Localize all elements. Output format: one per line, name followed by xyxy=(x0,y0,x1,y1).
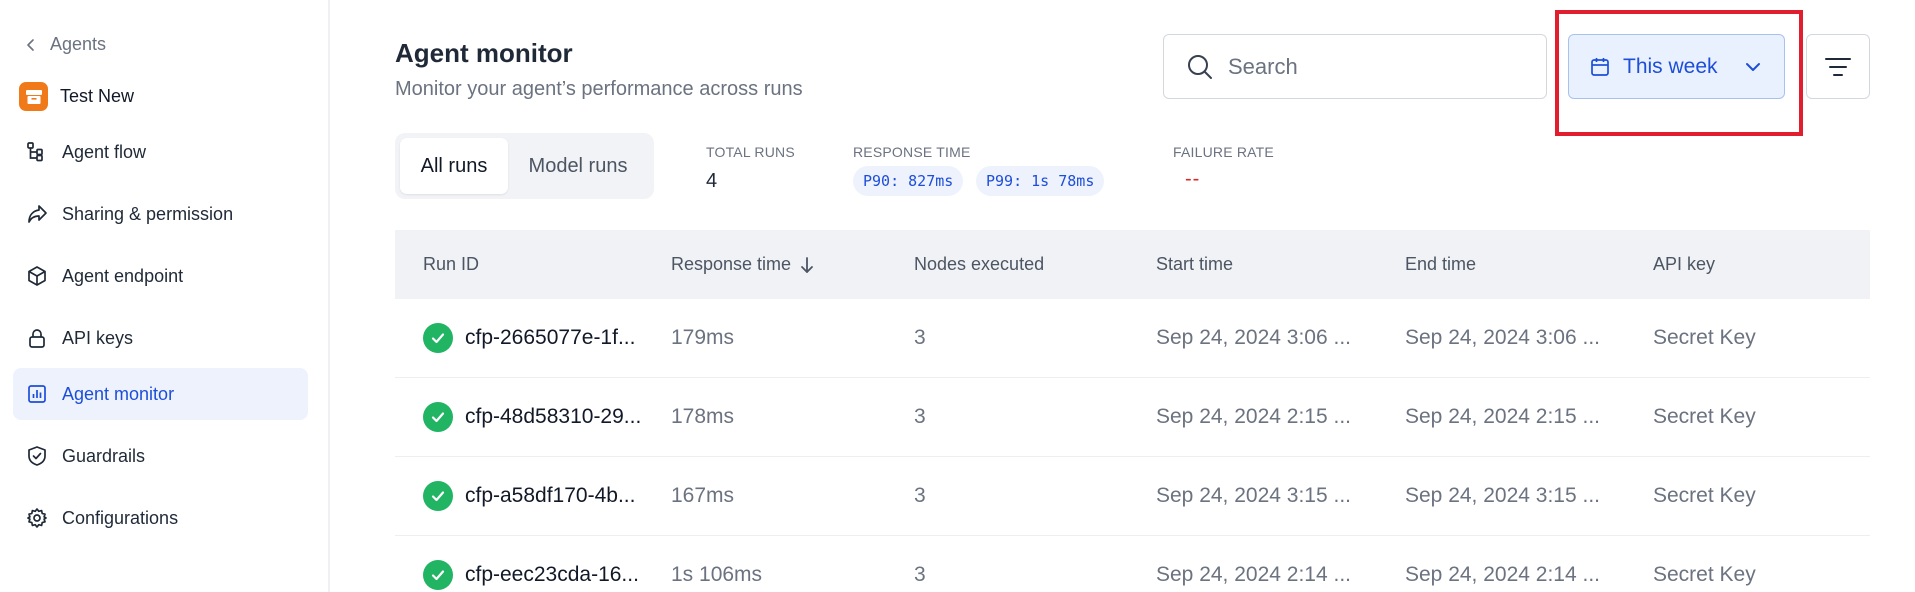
agent-header: Test New xyxy=(19,82,134,111)
total-runs-value: 4 xyxy=(706,170,718,192)
start-time-cell: Sep 24, 2024 2:14 ... xyxy=(1156,563,1351,586)
sidebar: Agents Test New Agent flow Sharing & per… xyxy=(0,0,330,592)
date-range-dropdown[interactable]: This week xyxy=(1568,34,1785,99)
response-time-label: RESPONSE TIME xyxy=(853,144,971,160)
api-key-cell: Secret Key xyxy=(1653,405,1756,428)
response-time-cell: 1s 106ms xyxy=(671,563,763,586)
start-time-cell: Sep 24, 2024 3:15 ... xyxy=(1156,484,1351,507)
search-input[interactable] xyxy=(1228,53,1528,80)
sidebar-item-label: Agent endpoint xyxy=(62,265,184,286)
sidebar-item-guardrails[interactable]: Guardrails xyxy=(13,430,308,482)
nodes-executed-cell: 3 xyxy=(914,326,926,349)
sidebar-item-label: Configurations xyxy=(62,507,179,528)
nodes-executed-cell: 3 xyxy=(914,484,926,507)
chevron-down-icon xyxy=(1745,62,1760,71)
tab-all-runs[interactable]: All runs xyxy=(400,138,508,194)
response-time-cell: 179ms xyxy=(671,326,735,349)
run-id-cell: cfp-eec23cda-16... xyxy=(423,560,639,590)
agent-logo-icon xyxy=(19,82,48,111)
run-id: cfp-48d58310-29... xyxy=(465,405,642,428)
page-subtitle: Monitor your agent’s performance across … xyxy=(395,78,803,100)
run-id: cfp-eec23cda-16... xyxy=(465,563,639,586)
failure-rate-value: -- xyxy=(1185,168,1201,190)
column-header-nodes-executed[interactable]: Nodes executed xyxy=(914,254,1044,275)
run-type-tabs: All runs Model runs xyxy=(395,133,654,199)
table-row[interactable]: cfp-48d58310-29... 178ms 3 Sep 24, 2024 … xyxy=(395,378,1870,457)
column-header-run-id[interactable]: Run ID xyxy=(423,254,479,275)
agent-name: Test New xyxy=(60,86,135,106)
sidebar-item-label: Agent monitor xyxy=(62,383,175,404)
success-check-icon xyxy=(423,481,453,511)
run-id: cfp-2665077e-1f... xyxy=(465,326,636,349)
column-header-start-time[interactable]: Start time xyxy=(1156,254,1233,275)
column-header-end-time[interactable]: End time xyxy=(1405,254,1476,275)
run-id-cell: cfp-48d58310-29... xyxy=(423,402,641,432)
column-header-response-time[interactable]: Response time xyxy=(671,254,815,275)
shield-icon xyxy=(28,446,46,466)
sidebar-item-label: Sharing & permission xyxy=(62,203,234,224)
nodes-executed-cell: 3 xyxy=(914,563,926,586)
response-time-cell: 167ms xyxy=(671,484,735,507)
table-row[interactable]: cfp-2665077e-1f... 179ms 3 Sep 24, 2024 … xyxy=(395,299,1870,378)
flow-icon xyxy=(27,142,43,162)
lock-icon xyxy=(29,329,45,348)
end-time-cell: Sep 24, 2024 2:15 ... xyxy=(1405,405,1600,428)
table-row[interactable]: cfp-a58df170-4b... 167ms 3 Sep 24, 2024 … xyxy=(395,457,1870,536)
chevron-left-icon xyxy=(27,38,34,51)
api-key-cell: Secret Key xyxy=(1653,484,1756,507)
end-time-cell: Sep 24, 2024 3:15 ... xyxy=(1405,484,1600,507)
page-title: Agent monitor xyxy=(395,38,573,68)
end-time-cell: Sep 24, 2024 3:06 ... xyxy=(1405,326,1600,349)
chart-icon xyxy=(28,385,46,403)
column-header-label: Response time xyxy=(671,254,792,274)
run-id: cfp-a58df170-4b... xyxy=(465,484,636,507)
response-time-cell: 178ms xyxy=(671,405,735,428)
success-check-icon xyxy=(423,402,453,432)
gear-icon xyxy=(27,508,47,528)
p90-badge: P90: 827ms xyxy=(853,166,964,196)
table-header: Run ID Response time Nodes executed Star… xyxy=(395,230,1870,299)
start-time-cell: Sep 24, 2024 3:06 ... xyxy=(1156,326,1351,349)
share-icon xyxy=(28,205,47,223)
sidebar-item-api-keys[interactable]: API keys xyxy=(13,312,308,364)
search-icon xyxy=(1188,54,1212,79)
api-key-cell: Secret Key xyxy=(1653,563,1756,586)
success-check-icon xyxy=(423,323,453,353)
start-time-cell: Sep 24, 2024 2:15 ... xyxy=(1156,405,1351,428)
sidebar-item-sharing[interactable]: Sharing & permission xyxy=(13,188,308,240)
filter-button[interactable] xyxy=(1806,34,1870,99)
runs-table: Run ID Response time Nodes executed Star… xyxy=(395,230,1870,592)
back-link-label: Agents xyxy=(50,34,107,54)
nodes-executed-cell: 3 xyxy=(914,405,926,428)
date-range-label: This week xyxy=(1623,54,1718,78)
sidebar-item-configurations[interactable]: Configurations xyxy=(13,492,308,544)
search-box[interactable] xyxy=(1163,34,1547,99)
table-row[interactable]: cfp-eec23cda-16... 1s 106ms 3 Sep 24, 20… xyxy=(395,536,1870,592)
run-id-cell: cfp-a58df170-4b... xyxy=(423,481,635,511)
sidebar-item-agent-monitor[interactable]: Agent monitor xyxy=(13,368,308,420)
total-runs-label: TOTAL RUNS xyxy=(706,144,795,160)
sidebar-item-agent-endpoint[interactable]: Agent endpoint xyxy=(13,250,308,302)
end-time-cell: Sep 24, 2024 2:14 ... xyxy=(1405,563,1600,586)
column-header-api-key[interactable]: API key xyxy=(1653,254,1715,275)
success-check-icon xyxy=(423,560,453,590)
failure-rate-label: FAILURE RATE xyxy=(1173,144,1274,160)
calendar-icon xyxy=(1591,57,1609,76)
sidebar-item-label: Guardrails xyxy=(62,445,146,466)
filter-icon xyxy=(1825,57,1851,76)
run-id-cell: cfp-2665077e-1f... xyxy=(423,323,635,353)
sort-arrow-down-icon xyxy=(801,257,813,274)
tab-model-runs[interactable]: Model runs xyxy=(508,138,648,194)
cube-icon xyxy=(28,266,46,286)
sidebar-item-label: API keys xyxy=(62,327,134,348)
sidebar-item-label: Agent flow xyxy=(62,141,147,162)
back-to-agents-link[interactable]: Agents xyxy=(24,34,106,55)
p99-badge: P99: 1s 78ms xyxy=(976,166,1105,196)
sidebar-item-agent-flow[interactable]: Agent flow xyxy=(13,126,308,178)
api-key-cell: Secret Key xyxy=(1653,326,1756,349)
